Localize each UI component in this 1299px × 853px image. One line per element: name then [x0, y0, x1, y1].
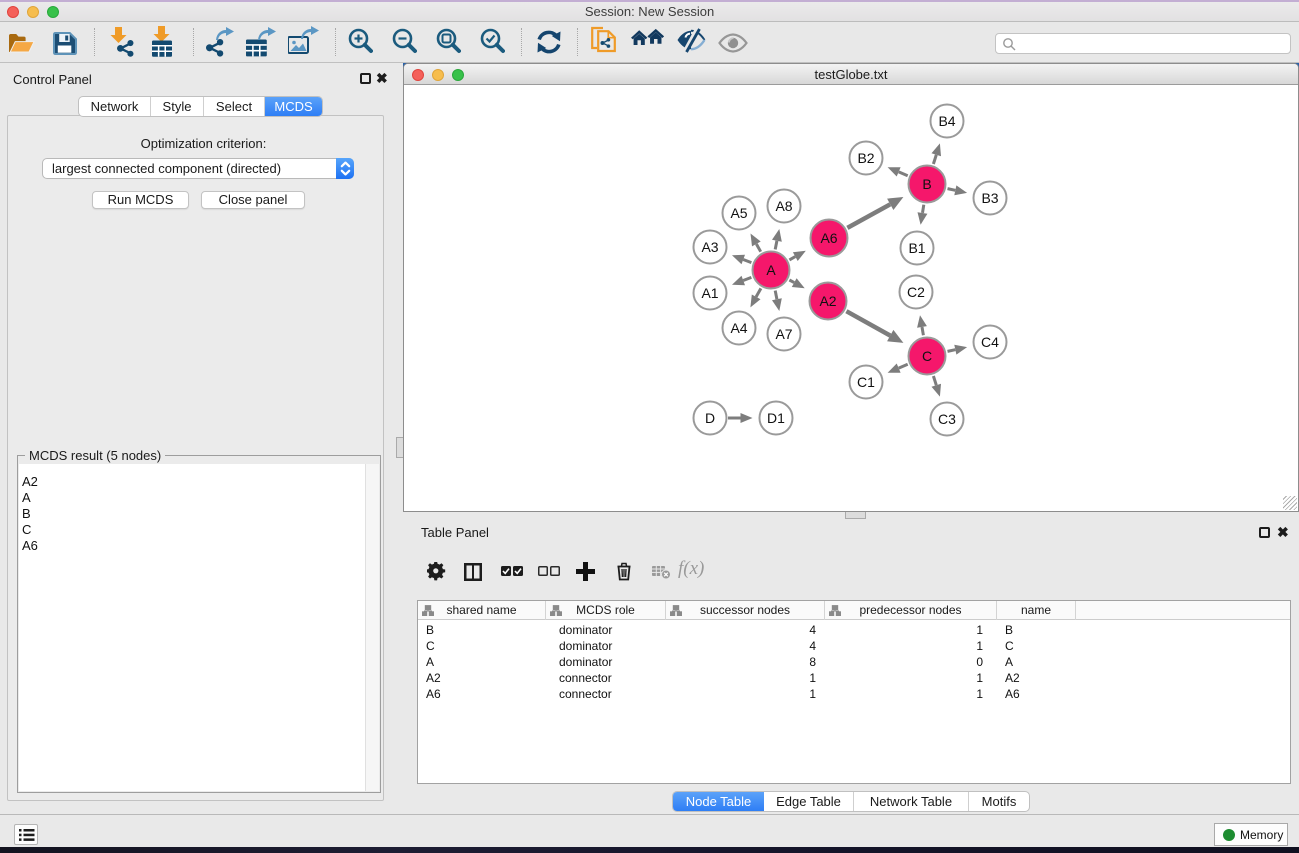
svg-text:A8: A8 — [775, 198, 792, 214]
svg-text:C2: C2 — [907, 284, 925, 300]
svg-text:A: A — [766, 262, 776, 278]
svg-text:B4: B4 — [938, 113, 955, 129]
svg-text:B: B — [922, 176, 931, 192]
svg-text:D1: D1 — [767, 410, 785, 426]
svg-text:A5: A5 — [730, 205, 747, 221]
svg-text:B2: B2 — [857, 150, 874, 166]
svg-text:D: D — [705, 410, 715, 426]
svg-text:A6: A6 — [820, 230, 837, 246]
svg-text:A7: A7 — [775, 326, 792, 342]
svg-text:A2: A2 — [819, 293, 836, 309]
svg-text:A4: A4 — [730, 320, 747, 336]
svg-text:C1: C1 — [857, 374, 875, 390]
svg-text:A3: A3 — [701, 239, 718, 255]
svg-text:C4: C4 — [981, 334, 999, 350]
svg-text:B1: B1 — [908, 240, 925, 256]
svg-text:A1: A1 — [701, 285, 718, 301]
svg-text:C: C — [922, 348, 932, 364]
svg-text:C3: C3 — [938, 411, 956, 427]
svg-text:B3: B3 — [981, 190, 998, 206]
